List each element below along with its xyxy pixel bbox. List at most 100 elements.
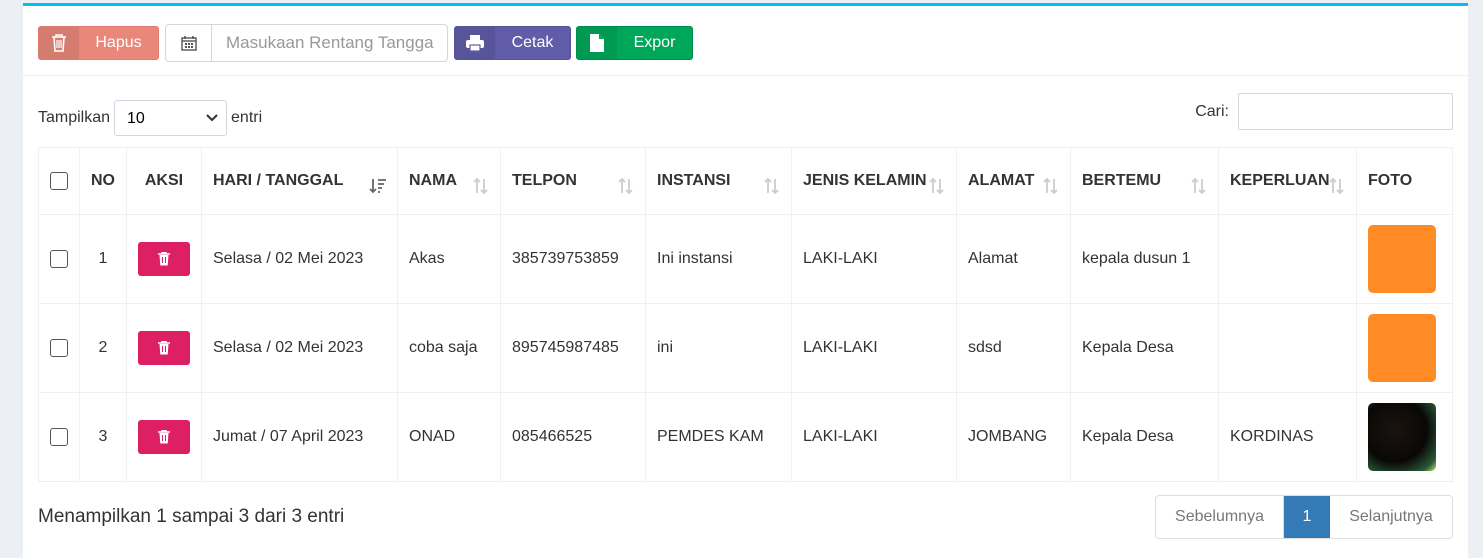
cell-name: Akas bbox=[397, 214, 501, 304]
column-header-phone[interactable]: TELPON bbox=[500, 147, 646, 215]
column-header-meet[interactable]: BERTEMU bbox=[1070, 147, 1219, 215]
visitor-photo[interactable] bbox=[1368, 225, 1436, 293]
sort-icon bbox=[763, 177, 781, 199]
cell-address: sdsd bbox=[956, 303, 1071, 393]
sort-icon bbox=[617, 177, 635, 199]
cell-date: Selasa / 02 Mei 2023 bbox=[201, 214, 398, 304]
page-length-select[interactable]: 10 bbox=[114, 100, 228, 136]
cell-phone: 895745987485 bbox=[500, 303, 646, 393]
column-header-agency-label: INSTANSI bbox=[657, 172, 731, 189]
column-header-phone-label: TELPON bbox=[512, 172, 577, 189]
column-header-agency[interactable]: INSTANSI bbox=[645, 147, 792, 215]
sort-icon bbox=[1190, 177, 1208, 199]
pagination-next[interactable]: Selanjutnya bbox=[1330, 496, 1452, 538]
print-button[interactable]: Cetak bbox=[454, 26, 571, 60]
cell-photo bbox=[1356, 303, 1453, 393]
row-select-cell bbox=[38, 392, 80, 482]
select-all-header bbox=[38, 147, 80, 215]
guest-table: NO AKSI HARI / TANGGAL NAMA TELPON INSTA… bbox=[38, 147, 1453, 482]
table-row: 3 Jumat / 07 April 2023 ONAD 085466525 P… bbox=[38, 392, 1453, 482]
trash-icon bbox=[158, 252, 170, 266]
pagination-previous[interactable]: Sebelumnya bbox=[1156, 496, 1284, 538]
page-length-control: Tampilkan 10 entri bbox=[38, 100, 262, 136]
row-delete-button[interactable] bbox=[138, 331, 190, 365]
visitor-photo[interactable] bbox=[1368, 314, 1436, 382]
calendar-icon bbox=[166, 25, 212, 61]
row-delete-button[interactable] bbox=[138, 420, 190, 454]
cell-purpose bbox=[1218, 303, 1357, 393]
printer-icon bbox=[455, 27, 495, 59]
cell-name: ONAD bbox=[397, 392, 501, 482]
cell-aksi bbox=[126, 303, 202, 393]
cell-photo bbox=[1356, 214, 1453, 304]
sort-icon bbox=[928, 177, 946, 199]
cell-gender: LAKI-LAKI bbox=[791, 303, 957, 393]
cell-photo bbox=[1356, 392, 1453, 482]
table-row: 2 Selasa / 02 Mei 2023 coba saja 8957459… bbox=[38, 303, 1453, 393]
column-header-date[interactable]: HARI / TANGGAL bbox=[201, 147, 398, 215]
column-header-gender[interactable]: JENIS KELAMIN bbox=[791, 147, 957, 215]
trash-icon bbox=[39, 27, 79, 59]
table-row: 1 Selasa / 02 Mei 2023 Akas 385739753859… bbox=[38, 214, 1453, 304]
cell-meet: kepala dusun 1 bbox=[1070, 214, 1219, 304]
column-header-purpose[interactable]: KEPERLUAN bbox=[1218, 147, 1357, 215]
table-info: Menampilkan 1 sampai 3 dari 3 entri bbox=[38, 506, 345, 527]
export-button-label: Expor bbox=[633, 34, 676, 51]
sort-desc-icon bbox=[369, 178, 387, 199]
cell-agency: PEMDES KAM bbox=[645, 392, 792, 482]
sort-icon bbox=[472, 177, 490, 199]
cell-date: Jumat / 07 April 2023 bbox=[201, 392, 398, 482]
column-header-no: NO bbox=[79, 147, 127, 215]
cell-name: coba saja bbox=[397, 303, 501, 393]
cell-no: 3 bbox=[79, 392, 127, 482]
table-header-row: NO AKSI HARI / TANGGAL NAMA TELPON INSTA… bbox=[38, 147, 1453, 215]
pagination-page-1[interactable]: 1 bbox=[1284, 496, 1330, 538]
column-header-date-label: HARI / TANGGAL bbox=[213, 172, 344, 189]
row-delete-button[interactable] bbox=[138, 242, 190, 276]
cell-address: JOMBANG bbox=[956, 392, 1071, 482]
cell-aksi bbox=[126, 214, 202, 304]
pagination: Sebelumnya 1 Selanjutnya bbox=[1155, 495, 1453, 539]
cell-no: 2 bbox=[79, 303, 127, 393]
row-checkbox[interactable] bbox=[50, 338, 68, 357]
column-header-aksi: AKSI bbox=[126, 147, 202, 215]
sort-icon bbox=[1042, 177, 1060, 199]
print-button-label: Cetak bbox=[511, 34, 554, 51]
cell-aksi bbox=[126, 392, 202, 482]
delete-button-label: Hapus bbox=[95, 34, 142, 51]
search-input[interactable] bbox=[1238, 93, 1453, 130]
column-header-photo: FOTO bbox=[1356, 147, 1453, 215]
search-filter: Cari: bbox=[1195, 93, 1453, 130]
visitor-photo[interactable] bbox=[1368, 403, 1436, 471]
column-header-gender-label: JENIS KELAMIN bbox=[803, 172, 927, 189]
delete-button[interactable]: Hapus bbox=[38, 26, 159, 60]
content-panel: Hapus Cetak Expor Tampilkan 10 bbox=[23, 3, 1468, 558]
row-checkbox[interactable] bbox=[50, 249, 68, 268]
toolbar: Hapus Cetak Expor bbox=[23, 6, 1468, 76]
sort-icon bbox=[1328, 177, 1346, 199]
export-button[interactable]: Expor bbox=[576, 26, 693, 60]
search-label: Cari: bbox=[1195, 102, 1229, 120]
date-range-group bbox=[165, 24, 448, 62]
column-header-address[interactable]: ALAMAT bbox=[956, 147, 1071, 215]
trash-icon bbox=[158, 341, 170, 355]
column-header-meet-label: BERTEMU bbox=[1082, 172, 1162, 189]
select-all-checkbox[interactable] bbox=[50, 171, 68, 190]
cell-purpose: KORDINAS bbox=[1218, 392, 1357, 482]
cell-phone: 085466525 bbox=[500, 392, 646, 482]
length-suffix: entri bbox=[231, 109, 263, 126]
cell-agency: Ini instansi bbox=[645, 214, 792, 304]
length-prefix: Tampilkan bbox=[38, 109, 111, 126]
row-select-cell bbox=[38, 214, 80, 304]
row-select-cell bbox=[38, 303, 80, 393]
cell-phone: 385739753859 bbox=[500, 214, 646, 304]
cell-meet: Kepala Desa bbox=[1070, 392, 1219, 482]
date-range-input[interactable] bbox=[212, 25, 447, 61]
column-header-name[interactable]: NAMA bbox=[397, 147, 501, 215]
column-header-name-label: NAMA bbox=[409, 172, 457, 189]
row-checkbox[interactable] bbox=[50, 427, 68, 446]
column-header-address-label: ALAMAT bbox=[968, 172, 1035, 189]
cell-gender: LAKI-LAKI bbox=[791, 392, 957, 482]
cell-meet: Kepala Desa bbox=[1070, 303, 1219, 393]
column-header-purpose-label: KEPERLUAN bbox=[1230, 172, 1330, 189]
